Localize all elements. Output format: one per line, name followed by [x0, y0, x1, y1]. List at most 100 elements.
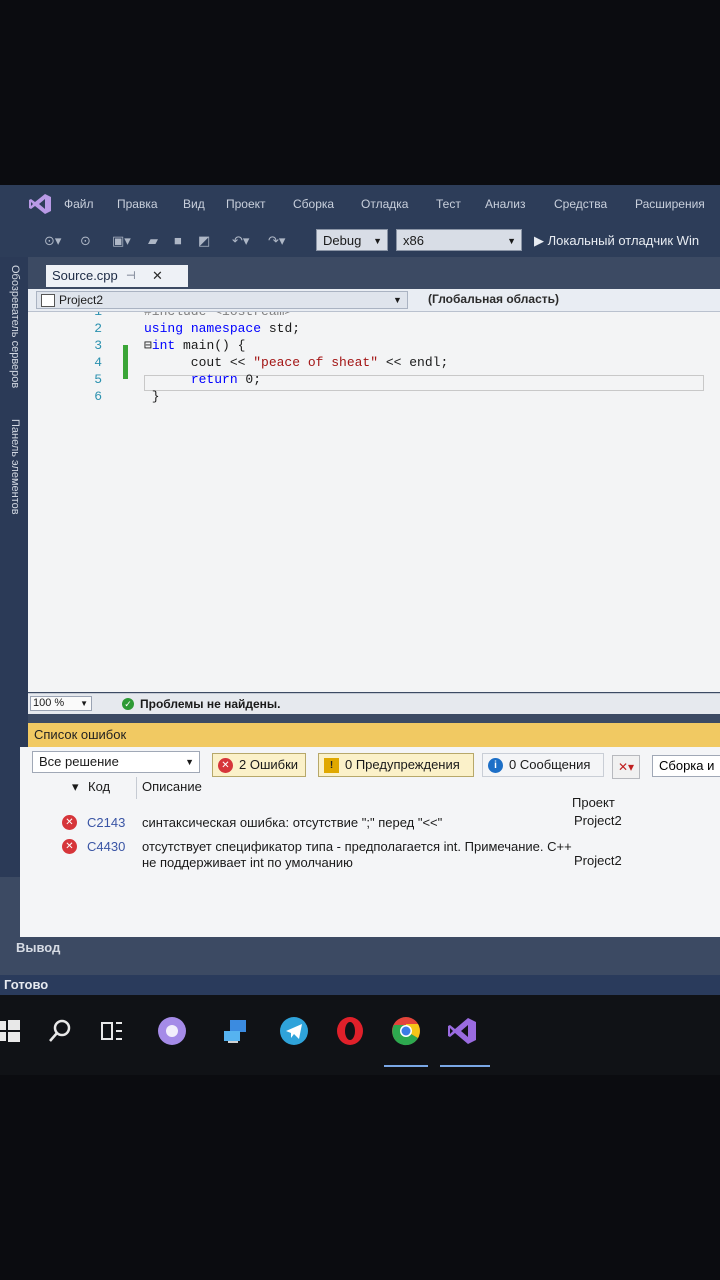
warnings-filter-button[interactable]: ! 0 Предупреждения [318, 753, 474, 777]
chevron-down-icon: ▼ [393, 295, 402, 305]
code-token: cout << [144, 355, 254, 370]
error-code: C4430 [87, 839, 126, 854]
line-number: 6 [94, 389, 102, 404]
server-explorer-tab[interactable]: Обозреватель серверов [9, 265, 21, 388]
zoom-value: 100 % [33, 697, 65, 709]
visual-studio-icon[interactable] [446, 1015, 478, 1047]
save-all-icon[interactable]: ◩ [198, 233, 210, 249]
build-filter-value: Сборка и [659, 758, 715, 773]
chrome-icon[interactable] [390, 1015, 422, 1047]
pc-network-icon[interactable] [220, 1015, 252, 1047]
code-line[interactable]: 1 #include <iostream> [28, 312, 720, 320]
code-text: cout << "peace of sheat" << endl; [144, 354, 448, 371]
code-editor[interactable]: 1 #include <iostream> 2 using namespace std… [28, 312, 720, 692]
info-icon: i [488, 758, 503, 773]
error-description: отсутствует спецификатор типа - предпола… [142, 839, 572, 870]
menu-tools[interactable]: Средства [554, 197, 607, 211]
editor-status-bar: 100 % ▼ ✓ Проблемы не найдены. [28, 693, 720, 714]
forward-icon[interactable]: ⊙ [80, 233, 91, 249]
navigation-bar: Project2 ▼ (Глобальная область) [28, 289, 720, 312]
run-label: Локальный отладчик Win [547, 233, 700, 248]
error-icon: ✕ [62, 839, 77, 854]
pin-icon[interactable]: ⊣ [126, 265, 136, 287]
code-line[interactable]: 2 using namespace std; [28, 320, 720, 337]
menu-analyze[interactable]: Анализ [485, 197, 526, 211]
menu-file[interactable]: Файл [64, 197, 94, 211]
start-debugging-button[interactable]: ▶ Локальный отладчик Win [534, 233, 699, 249]
toolbar: ⊙▾ ⊙ ▣▾ ▰ ■ ◩ ↶▾ ↷▾ Debug ▼ x86 ▼ ▶ Лока… [0, 225, 720, 257]
menu-debug[interactable]: Отладка [361, 197, 408, 211]
error-row[interactable]: ✕ C4430 отсутствует спецификатор типа - … [20, 839, 720, 879]
error-description: синтаксическая ошибка: отсутствие ";" пе… [142, 815, 443, 830]
code-token: return [190, 372, 238, 387]
search-icon[interactable] [44, 1015, 76, 1047]
open-file-icon[interactable]: ▰ [148, 233, 158, 249]
error-icon: ✕ [62, 815, 77, 830]
taskbar [0, 995, 720, 1075]
redo-icon[interactable]: ↷▾ [268, 233, 285, 249]
close-icon[interactable]: ✕ [152, 265, 163, 287]
alice-assistant-icon[interactable] [156, 1015, 188, 1047]
undo-icon[interactable]: ↶▾ [232, 233, 249, 249]
column-code[interactable]: Код [88, 779, 110, 794]
error-row[interactable]: ✕ C2143 синтаксическая ошибка: отсутстви… [20, 813, 720, 837]
code-token: using [144, 321, 184, 336]
no-issues-text: Проблемы не найдены. [140, 697, 281, 711]
error-project: Project2 [574, 813, 622, 828]
zoom-select[interactable]: 100 % ▼ [30, 696, 92, 711]
error-project: Project2 [574, 853, 622, 868]
menu-edit[interactable]: Правка [117, 197, 158, 211]
line-number: 1 [78, 312, 102, 320]
scope-nav-dropdown[interactable]: (Глобальная область) [428, 292, 559, 306]
menu-view[interactable]: Вид [183, 197, 205, 211]
build-filter-select[interactable]: Сборка и [652, 755, 720, 777]
column-description[interactable]: Описание [142, 779, 202, 794]
visual-studio-logo-icon[interactable] [28, 193, 52, 215]
code-token: int [151, 338, 176, 353]
code-token: << endl; [378, 355, 449, 370]
error-code: C2143 [87, 815, 126, 830]
sort-icon[interactable]: ▾ [72, 779, 79, 795]
back-icon[interactable]: ⊙▾ [44, 233, 61, 249]
output-tab[interactable]: Вывод [16, 940, 60, 955]
platform-select[interactable]: x86 ▼ [396, 229, 522, 251]
tab-source-cpp[interactable]: Source.cpp ⊣ ✕ [46, 265, 188, 287]
menu-build[interactable]: Сборка [293, 197, 334, 211]
menu-project[interactable]: Проект [226, 197, 266, 211]
error-list-title[interactable]: Список ошибок [28, 723, 720, 747]
task-view-icon[interactable] [96, 1015, 128, 1047]
menu-bar: Файл Правка Вид Проект Сборка Отладка Те… [0, 185, 720, 225]
clear-filter-icon[interactable]: ✕▾ [612, 755, 640, 779]
menu-extensions[interactable]: Расширения [635, 197, 705, 211]
code-token: 0; [237, 372, 262, 387]
project-icon [41, 294, 55, 307]
project-nav-dropdown[interactable]: Project2 ▼ [36, 291, 408, 309]
code-line[interactable]: 6 } [28, 388, 720, 405]
code-text: } [144, 388, 160, 405]
column-divider [136, 777, 137, 799]
messages-filter-button[interactable]: i 0 Сообщения [482, 753, 604, 777]
line-number: 2 [94, 321, 102, 336]
column-project[interactable]: Проект [572, 795, 615, 810]
menu-test[interactable]: Тест [436, 197, 461, 211]
platform-value: x86 [403, 233, 424, 248]
save-icon[interactable]: ■ [174, 233, 182, 248]
configuration-select[interactable]: Debug ▼ [316, 229, 388, 251]
code-line[interactable]: 5 return 0; [28, 371, 720, 388]
tab-label: Source.cpp [52, 268, 118, 283]
opera-icon[interactable] [334, 1015, 366, 1047]
errors-filter-button[interactable]: ✕ 2 Ошибки [212, 753, 306, 777]
line-number: 3 [94, 338, 102, 353]
toolbox-tab[interactable]: Панель элементов [9, 419, 21, 515]
status-text: Готово [4, 977, 49, 992]
code-token: #include <iostream> [144, 312, 292, 319]
code-line[interactable]: 3 ⊟int main() { [28, 337, 720, 354]
code-line[interactable]: 4 cout << "peace of sheat" << endl; [28, 354, 720, 371]
document-tab-strip: Source.cpp ⊣ ✕ [28, 257, 720, 287]
new-project-icon[interactable]: ▣▾ [112, 233, 131, 249]
error-scope-select[interactable]: Все решение ▼ [32, 751, 200, 773]
code-text: return 0; [144, 371, 261, 388]
windows-start-icon[interactable] [0, 1015, 24, 1047]
telegram-icon[interactable] [278, 1015, 310, 1047]
